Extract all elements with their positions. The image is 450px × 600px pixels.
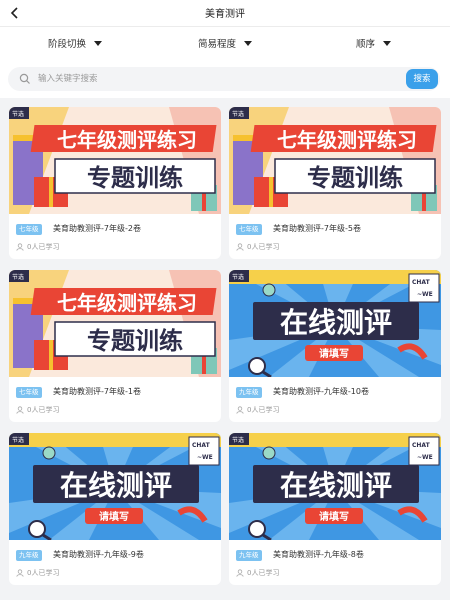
- course-title: 美育助教测评-九年级-10卷: [273, 387, 369, 396]
- learner-count-text: 0人已学习: [247, 406, 280, 414]
- practice-banner-image: 节选 七年级测评练习 专题训练: [9, 270, 221, 377]
- online-banner-image: 节选 CHAT ~WE 在线测评 请填写: [229, 433, 441, 540]
- search-bar: 搜索: [0, 58, 450, 98]
- cover-corner-label: 节选: [12, 273, 24, 281]
- cover-line1: 七年级测评练习: [57, 291, 197, 315]
- course-card[interactable]: 节选 七年级测评练习 专题训练 七年级 美育助教测评-7年级-2卷 0人已学习: [9, 107, 221, 259]
- learner-count-text: 0人已学习: [247, 243, 280, 251]
- online-banner-image: 节选 CHAT ~WE 在线测评 请填写: [229, 270, 441, 377]
- cover-corner-label: 节选: [12, 110, 24, 118]
- cover-main: 在线测评: [280, 306, 392, 339]
- course-card[interactable]: 节选 CHAT ~WE 在线测评 请填写 九年级 美育助教测评-九年级-9卷 0…: [9, 433, 221, 585]
- course-card[interactable]: 节选 CHAT ~WE 在线测评 请填写 九年级 美育助教测评-九年级-10卷 …: [229, 270, 441, 422]
- cover-line1: 七年级测评练习: [277, 128, 417, 152]
- cover-sub: 请填写: [99, 510, 129, 523]
- course-title: 美育助教测评-九年级-8卷: [273, 550, 364, 559]
- cover-bubble: CHAT: [192, 442, 211, 449]
- grade-tag: 九年级: [16, 550, 42, 561]
- filter-difficulty[interactable]: 简易程度: [198, 36, 253, 50]
- learner-count-text: 0人已学习: [27, 243, 60, 251]
- learner-count: 0人已学习: [236, 242, 279, 252]
- grade-tag: 七年级: [236, 224, 262, 235]
- cover-main: 在线测评: [60, 469, 172, 502]
- course-card[interactable]: 节选 七年级测评练习 专题训练 七年级 美育助教测评-7年级-1卷 0人已学习: [9, 270, 221, 422]
- course-cover: 节选 七年级测评练习 专题训练: [229, 107, 441, 214]
- course-card[interactable]: 节选 七年级测评练习 专题训练 七年级 美育助教测评-7年级-5卷 0人已学习: [229, 107, 441, 259]
- practice-banner-image: 节选 七年级测评练习 专题训练: [229, 107, 441, 214]
- search-icon: [19, 73, 30, 84]
- learner-count-text: 0人已学习: [247, 569, 280, 577]
- cover-line2: 专题训练: [87, 164, 183, 192]
- cover-sub: 请填写: [319, 510, 349, 523]
- learner-count: 0人已学习: [16, 405, 59, 415]
- course-title: 美育助教测评-九年级-9卷: [53, 550, 144, 559]
- cover-bubble2: ~WE: [417, 454, 433, 461]
- top-bar: 美育测评: [0, 0, 450, 26]
- search-button[interactable]: 搜索: [406, 69, 438, 89]
- user-icon: [16, 243, 24, 251]
- cover-sub: 请填写: [319, 347, 349, 360]
- user-icon: [236, 406, 244, 414]
- grade-tag: 七年级: [16, 387, 42, 398]
- user-icon: [236, 569, 244, 577]
- caret-down-icon: [94, 40, 103, 46]
- cover-bubble: CHAT: [412, 279, 431, 286]
- caret-down-icon: [244, 40, 253, 46]
- cover-corner-label: 节选: [232, 273, 244, 281]
- cover-bubble2: ~WE: [417, 291, 433, 298]
- caret-down-icon: [383, 40, 392, 46]
- cover-bubble: CHAT: [412, 442, 431, 449]
- filter-stage[interactable]: 阶段切换: [48, 36, 103, 50]
- practice-banner-image: 节选 七年级测评练习 专题训练: [9, 107, 221, 214]
- filter-order[interactable]: 顺序: [356, 36, 392, 50]
- grade-tag: 七年级: [16, 224, 42, 235]
- course-title: 美育助教测评-7年级-1卷: [53, 387, 141, 396]
- search-input[interactable]: [38, 69, 368, 89]
- search-box: 搜索: [8, 67, 440, 91]
- filter-bar: 阶段切换 简易程度 顺序: [0, 26, 450, 58]
- filter-order-label: 顺序: [356, 39, 376, 50]
- cover-line2: 专题训练: [87, 327, 183, 355]
- online-banner-image: 节选 CHAT ~WE 在线测评 请填写: [9, 433, 221, 540]
- learner-count-text: 0人已学习: [27, 406, 60, 414]
- course-cover: 节选 CHAT ~WE 在线测评 请填写: [229, 270, 441, 377]
- course-title: 美育助教测评-7年级-2卷: [53, 224, 141, 233]
- user-icon: [16, 569, 24, 577]
- user-icon: [236, 243, 244, 251]
- course-cover: 节选 CHAT ~WE 在线测评 请填写: [229, 433, 441, 540]
- cover-corner-label: 节选: [232, 110, 244, 118]
- learner-count: 0人已学习: [236, 568, 279, 578]
- grade-tag: 九年级: [236, 387, 262, 398]
- learner-count: 0人已学习: [236, 405, 279, 415]
- cover-corner-label: 节选: [12, 436, 24, 444]
- learner-count-text: 0人已学习: [27, 569, 60, 577]
- cover-corner-label: 节选: [232, 436, 244, 444]
- course-cover: 节选 CHAT ~WE 在线测评 请填写: [9, 433, 221, 540]
- cover-bubble2: ~WE: [197, 454, 213, 461]
- course-card[interactable]: 节选 CHAT ~WE 在线测评 请填写 九年级 美育助教测评-九年级-8卷 0…: [229, 433, 441, 585]
- cover-line1: 七年级测评练习: [57, 128, 197, 152]
- course-title: 美育助教测评-7年级-5卷: [273, 224, 361, 233]
- filter-stage-label: 阶段切换: [48, 39, 87, 50]
- course-cover: 节选 七年级测评练习 专题训练: [9, 270, 221, 377]
- user-icon: [16, 406, 24, 414]
- learner-count: 0人已学习: [16, 568, 59, 578]
- learner-count: 0人已学习: [16, 242, 59, 252]
- cover-main: 在线测评: [280, 469, 392, 502]
- filter-difficulty-label: 简易程度: [198, 39, 237, 50]
- grade-tag: 九年级: [236, 550, 262, 561]
- course-cover: 节选 七年级测评练习 专题训练: [9, 107, 221, 214]
- page-title: 美育测评: [205, 9, 245, 20]
- cover-line2: 专题训练: [307, 164, 403, 192]
